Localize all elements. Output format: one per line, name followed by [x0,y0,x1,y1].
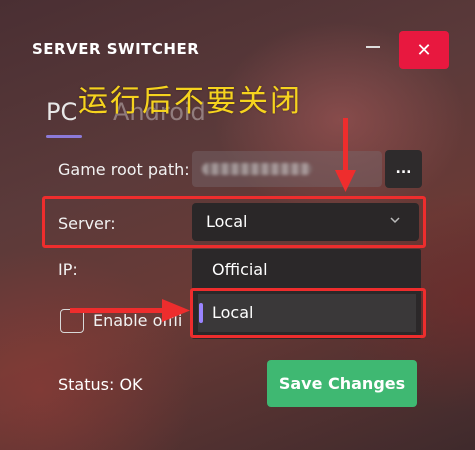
close-button[interactable]: ✕ [399,31,449,69]
minimize-button[interactable] [358,34,388,62]
tab-pc[interactable]: PC [46,98,77,126]
ip-label: IP: [58,260,78,279]
window-title: SERVER SWITCHER [32,40,200,58]
offline-checkbox[interactable] [60,309,84,333]
chevron-down-icon [390,213,400,227]
active-tab-indicator [46,135,82,138]
minimize-icon [366,46,380,48]
server-label: Server: [58,214,116,233]
local-option-highlight [190,288,426,338]
server-select-value: Local [206,212,248,231]
offline-label: Enable offli [93,311,183,330]
game-root-path-label: Game root path: [58,160,190,179]
browse-button[interactable]: ... [385,150,422,188]
dropdown-option-official[interactable]: Official [212,260,268,279]
close-icon: ✕ [416,39,432,61]
status-text: Status: OK [58,375,143,394]
save-changes-button[interactable]: Save Changes [267,360,417,407]
redacted-path-value [202,163,312,175]
annotation-warning-text: 运行后不要关闭 [78,84,302,119]
